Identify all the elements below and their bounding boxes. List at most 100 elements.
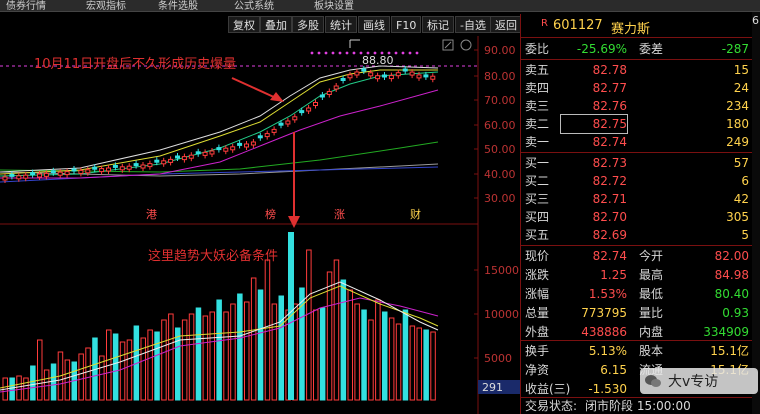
volume-bar	[154, 331, 160, 401]
trade-status-label: 交易状态:	[525, 399, 578, 413]
stat-row: 现价 82.74 今开 82.00	[521, 247, 753, 265]
menu-macro-indicators[interactable]: 宏观指标	[86, 0, 126, 11]
event-badges: 港 榜 涨 财	[146, 207, 421, 221]
badge-list: 榜	[265, 207, 276, 221]
ask-row[interactable]: 卖一 82.74 249	[521, 133, 753, 151]
moving-average-lines	[0, 65, 439, 183]
stat-value: 1.53%	[588, 287, 627, 301]
volume-bar	[402, 309, 409, 401]
multi-stock-button[interactable]: 多股	[292, 16, 324, 33]
volume-bar	[43, 369, 50, 401]
candle	[147, 160, 153, 170]
back-button[interactable]: 返回	[490, 16, 522, 33]
volume-bar	[216, 299, 222, 401]
kline-svg[interactable]: 90.00 80.00 70.00 60.00 50.00 40.00 30.0…	[0, 36, 520, 414]
chart-settings-icon[interactable]	[442, 39, 454, 51]
draw-line-button[interactable]: 画线	[358, 16, 390, 33]
volume-bar	[181, 319, 188, 401]
ask-row[interactable]: 卖二 82.75 180	[521, 114, 753, 134]
ask-row[interactable]: 卖五 82.78 15	[521, 61, 753, 79]
svg-text:88.80: 88.80	[362, 54, 394, 67]
menu-stock-screener[interactable]: 条件选股	[158, 0, 198, 11]
candle	[326, 88, 332, 98]
svg-text:80.00: 80.00	[484, 70, 516, 83]
stat-row: 总量 773795 量比 0.93	[521, 304, 753, 322]
candle	[271, 126, 277, 136]
chart-close-icon[interactable]	[460, 39, 472, 51]
stat-label: 涨跌	[525, 268, 550, 282]
menu-sector-settings[interactable]: 板块设置	[314, 0, 354, 11]
watermark-text: 大v专访	[668, 374, 719, 390]
weibi-row: 委比 -25.69% 委差 -287	[521, 40, 753, 58]
mark-button[interactable]: 标记	[422, 16, 454, 33]
candle	[250, 139, 256, 148]
candle	[313, 99, 318, 109]
menu-bond-quotes[interactable]: 债券行情	[6, 0, 46, 11]
price-tick: 90.00	[474, 44, 516, 57]
candle	[64, 168, 70, 178]
volume-bar	[264, 259, 271, 401]
volume-bar	[209, 311, 215, 401]
stat-label: 总量	[525, 306, 550, 320]
volume-bar	[333, 259, 340, 401]
candle	[161, 157, 167, 167]
stat-label: 净资	[525, 363, 550, 377]
candle	[195, 148, 201, 157]
watchlist-button[interactable]: -自选	[455, 16, 491, 33]
svg-text:90.00: 90.00	[484, 44, 516, 57]
ask-row[interactable]: 卖三 82.76 234	[521, 97, 753, 115]
volume-bar	[361, 309, 367, 401]
volume-tick: 5000	[474, 352, 512, 365]
volume-bar	[319, 307, 326, 401]
volume-bar	[347, 289, 353, 401]
ask-row[interactable]: 卖四 82.77 24	[521, 79, 753, 97]
statistics-button[interactable]: 统计	[325, 16, 357, 33]
volume-bar	[250, 277, 257, 401]
limit-up-dot	[324, 51, 328, 55]
kline-chart-area[interactable]: 90.00 80.00 70.00 60.00 50.00 40.00 30.0…	[0, 36, 520, 414]
candle	[306, 105, 312, 114]
candle	[16, 172, 22, 182]
candle	[126, 163, 132, 173]
badge-hk: 港	[146, 208, 157, 221]
volume-bar	[112, 333, 119, 401]
volume-bar	[223, 311, 229, 401]
bid-row[interactable]: 买三 82.71 42	[521, 190, 753, 208]
limit-up-dot	[408, 51, 412, 55]
candle	[188, 152, 194, 162]
candle	[230, 143, 236, 153]
menu-formula-system[interactable]: 公式系统	[234, 0, 274, 11]
volume-bar	[126, 339, 133, 401]
candle	[216, 144, 222, 153]
stat-label: 量比	[639, 306, 664, 320]
overlay-button[interactable]: 叠加	[260, 16, 292, 33]
svg-text:30.00: 30.00	[484, 192, 516, 205]
bid-row[interactable]: 买四 82.70 305	[521, 208, 753, 226]
limit-up-dot	[394, 51, 398, 55]
stat-value: 334909	[703, 325, 749, 339]
adjust-button[interactable]: 复权	[228, 16, 260, 33]
quote-header: R 601127 赛力斯	[521, 14, 753, 38]
bid-row[interactable]: 买一 82.73 57	[521, 154, 753, 172]
candle	[23, 172, 29, 182]
watermark: 大v专访	[640, 368, 758, 394]
stat-label: 今开	[639, 249, 664, 263]
stat-label: 外盘	[525, 325, 550, 339]
price-tick: 40.00	[474, 168, 516, 181]
limit-up-dot	[338, 51, 342, 55]
right-edge-strip: 6	[752, 12, 760, 414]
candle	[106, 165, 111, 174]
volume-bar	[244, 301, 250, 401]
volume-bar	[16, 375, 22, 401]
f10-button[interactable]: F10	[391, 16, 422, 33]
volume-bar	[368, 319, 374, 401]
stat-value: 15.1亿	[710, 344, 749, 358]
volume-bar	[30, 365, 36, 401]
bid-row[interactable]: 买二 82.72 6	[521, 172, 753, 190]
candle	[430, 73, 436, 83]
limit-up-dot	[345, 51, 349, 55]
stock-name[interactable]: 赛力斯	[611, 18, 650, 37]
volume-bar	[382, 311, 388, 401]
stock-code[interactable]: 601127	[553, 18, 603, 33]
bid-row[interactable]: 买五 82.69 5	[521, 226, 753, 244]
